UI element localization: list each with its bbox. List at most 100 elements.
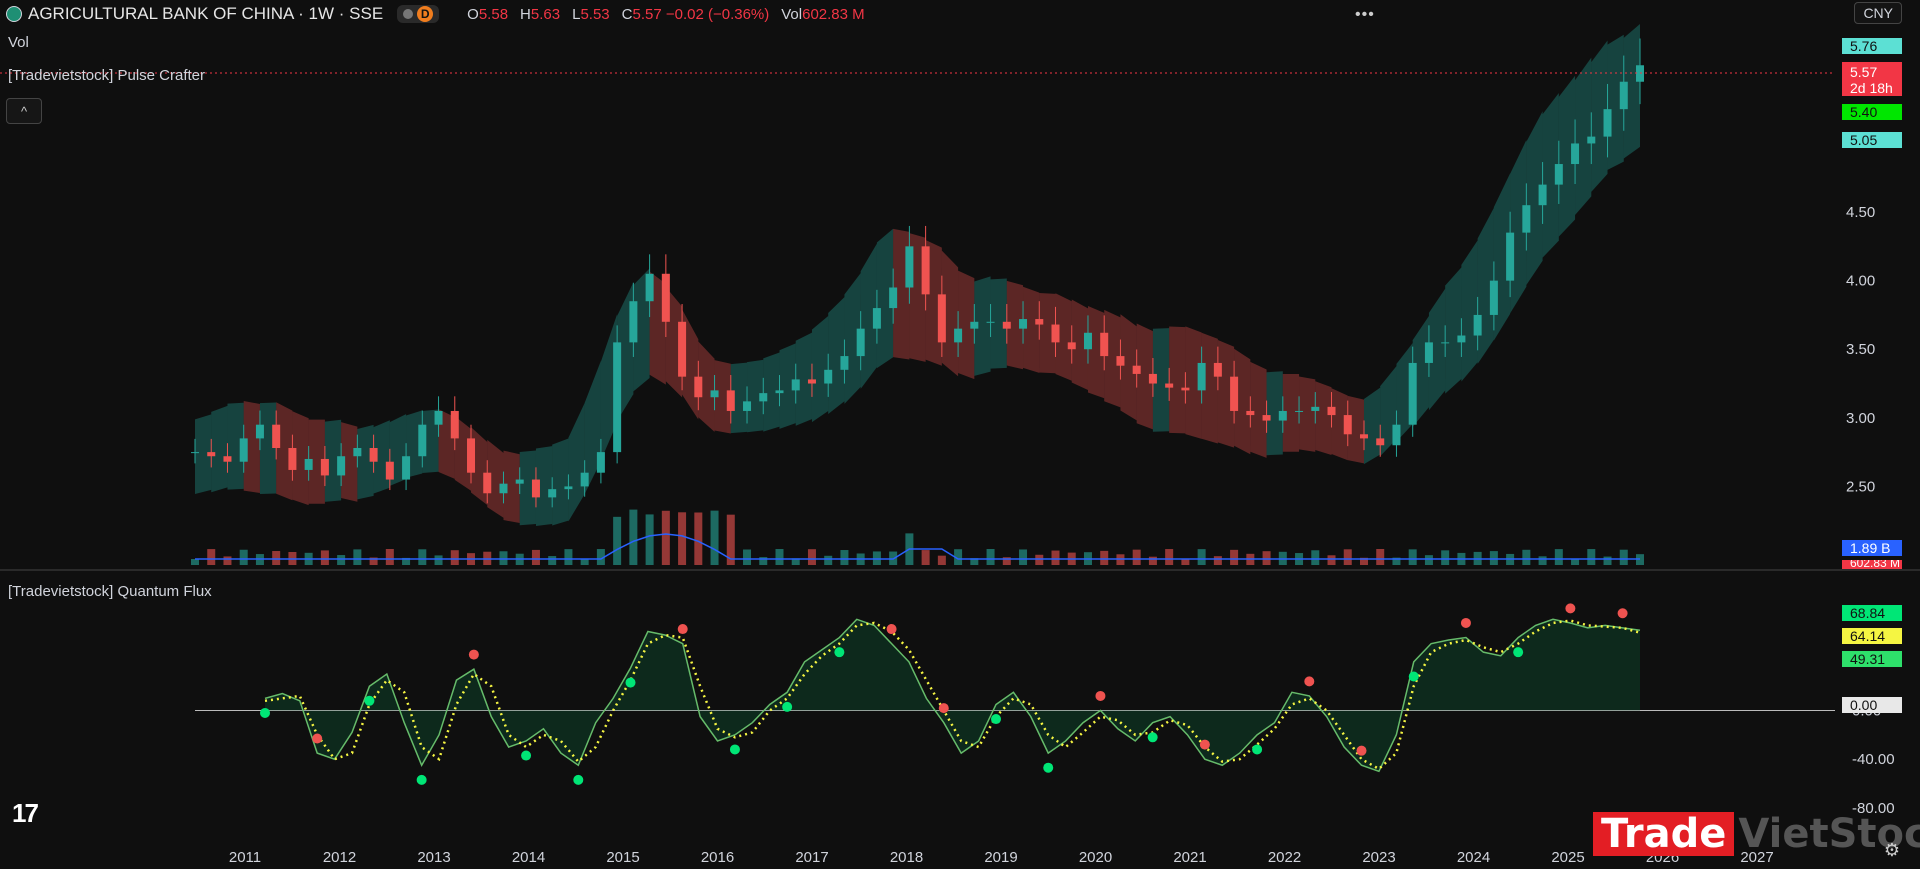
volume-bar [1554,549,1563,565]
volume-bar [986,549,995,565]
volume-bar [1165,549,1174,565]
candle-body [385,461,394,480]
candle-body [986,321,995,323]
tradingview-logo[interactable]: 17 [12,798,39,829]
candle-body [807,379,816,384]
candle-body [775,390,784,394]
band-segment [1315,381,1332,456]
volume-bar [1587,549,1596,565]
volume-bar [1311,550,1320,565]
volume-bar [921,550,930,565]
band-segment [568,402,585,522]
candle-body [726,390,735,411]
volume-bar [353,549,362,565]
volume-bar [1343,549,1352,565]
candle-body [1408,362,1417,425]
volume-bar [1538,556,1547,565]
volume-bar [824,555,833,565]
candle-body [1035,319,1044,325]
osc-marker [677,624,688,635]
osc-marker [312,733,323,744]
candle-body [1489,280,1498,315]
osc-marker [260,707,270,718]
osc-tag-zero: 0.00 [1842,697,1902,713]
price-tag-countdown: 2d 18h [1850,80,1893,96]
candle-body [531,479,540,498]
candle-body [207,452,216,457]
candle-body [1619,81,1628,110]
candle-body [564,486,573,490]
ohlc-low: L5.53 [572,5,610,23]
volume-bar [710,510,719,565]
osc-marker [1147,732,1158,743]
candle-body [1571,143,1580,165]
volume-bar [1441,550,1450,565]
ohlc-open: O5.58 [467,5,509,23]
volume-bar [1603,556,1612,565]
mode-pill[interactable]: D [397,5,440,23]
currency-selector[interactable]: CNY [1854,2,1902,24]
volume-bars [191,509,1644,565]
osc-marker [991,714,1002,725]
volume-tag: 1.89 B [1842,540,1902,556]
collapse-indicators-button[interactable]: ^ [6,98,42,124]
candle-body [613,342,622,453]
candle-body [905,246,914,288]
volume-ma-line [195,533,1640,560]
volume-bar [1376,549,1385,565]
candle-body [678,321,687,377]
time-tick-label: 2018 [890,849,923,866]
volume-bar [434,555,443,565]
pulse-crafter-label[interactable]: [Tradevietstock] Pulse Crafter [8,67,205,84]
more-options-icon[interactable]: ••• [1355,6,1375,24]
candle-body [191,452,199,454]
candle-body [1067,342,1076,350]
volume-bar [450,550,459,565]
volume-bar [775,549,784,565]
ohlc-high: H5.63 [520,5,561,23]
time-tick-label: 2013 [417,849,450,866]
symbol-logo-icon [6,6,22,22]
band-segment [1461,240,1478,382]
candle-body [1295,410,1304,412]
candle-body [970,321,979,329]
volume-bar [207,549,216,565]
candle-body [548,489,557,498]
candle-body [645,273,654,302]
osc-marker [1565,603,1576,614]
band-segment [1023,286,1040,373]
volume-bar [564,549,573,565]
candle-body [743,401,752,411]
candle-body [1230,376,1239,411]
settings-gear-icon[interactable]: ⚙ [1884,840,1900,861]
candle-body [483,472,492,494]
candle-body [596,452,605,473]
time-tick-label: 2025 [1551,849,1584,866]
volume-bar [1262,551,1271,565]
volume-bar [1327,555,1336,565]
candle-body [1278,410,1287,421]
band-segment [1169,326,1186,434]
osc-marker [1252,744,1263,755]
volume-bar [385,549,394,565]
band-segment [1299,376,1316,452]
time-tick-label: 2014 [512,849,545,866]
price-tick-label: 4.50 [1846,204,1875,221]
candle-body [1587,136,1596,144]
price-tag-lower: 5.05 [1842,132,1902,148]
volume-bar [1019,549,1028,565]
volume-bar [1100,550,1109,565]
osc-marker [364,695,375,706]
volume-bar [1035,554,1044,565]
candle-body [272,424,281,448]
candle-body [1311,406,1320,411]
osc-marker [1043,762,1054,773]
candle-body [580,472,589,487]
symbol-title[interactable]: AGRICULTURAL BANK OF CHINA · 1W · SSE [28,4,383,24]
time-tick-label: 2017 [795,849,828,866]
candle-body [921,246,930,295]
quantum-flux-label[interactable]: [Tradevietstock] Quantum Flux [8,583,212,600]
price-axis: 2.50 3.00 3.50 4.00 4.50 [1846,204,1875,495]
volume-bar [320,550,329,565]
volume-indicator-label[interactable]: Vol [8,34,29,51]
